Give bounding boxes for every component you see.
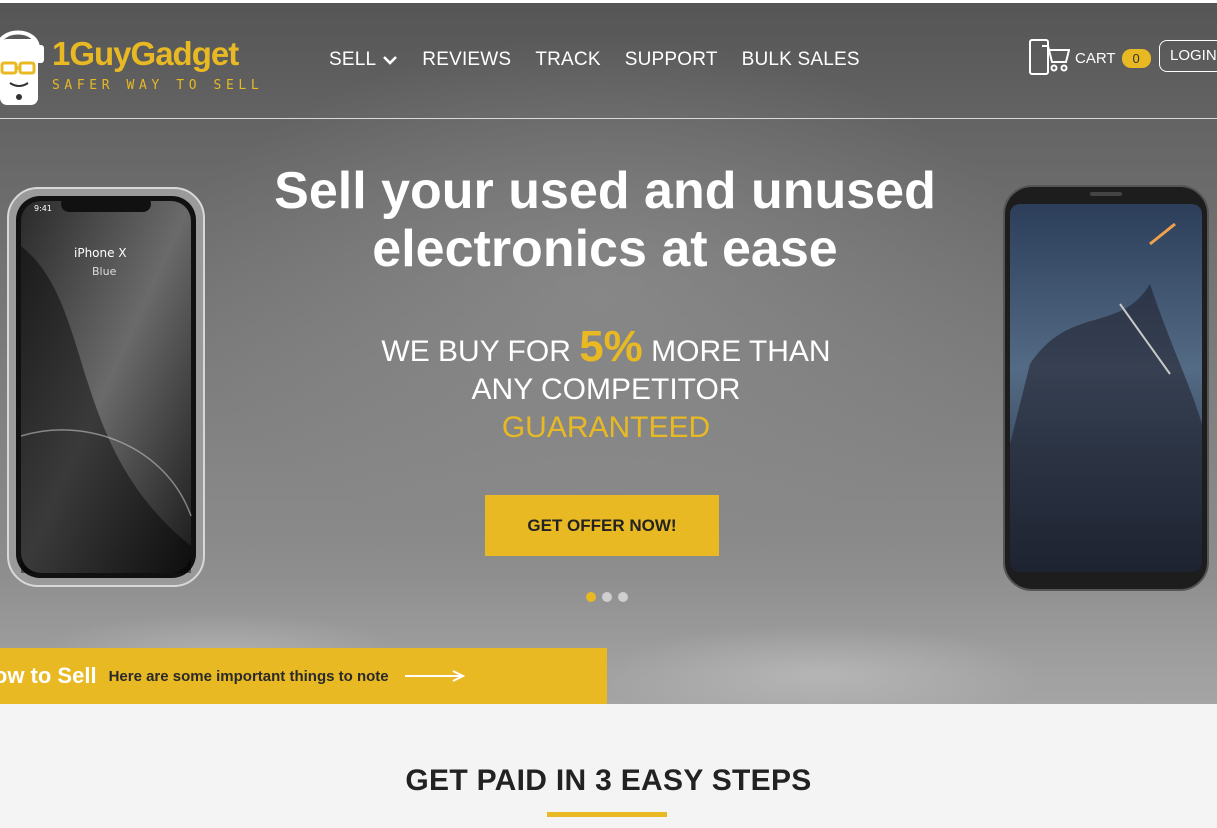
nav-item-bulk-sales[interactable]: BULK SALES bbox=[742, 49, 860, 71]
offer-suffix: MORE THAN bbox=[651, 335, 831, 368]
android-phone-image bbox=[1003, 185, 1209, 591]
brand-name: 1GuyGadget bbox=[52, 35, 239, 72]
carousel-dot-2[interactable] bbox=[602, 592, 612, 602]
cart-icon bbox=[1029, 39, 1070, 75]
nav-item-support[interactable]: SUPPORT bbox=[625, 49, 718, 71]
carousel-dot-1[interactable] bbox=[586, 592, 596, 602]
how-to-sell-title: How to Sell bbox=[0, 663, 97, 688]
how-to-sell-banner[interactable]: How to Sell Here are some important thin… bbox=[0, 648, 607, 704]
nav-item-label: TRACK bbox=[535, 49, 601, 70]
nav-item-label: REVIEWS bbox=[422, 49, 512, 70]
carousel-dot-3[interactable] bbox=[618, 592, 628, 602]
hero-title: Sell your used and unused electronics at… bbox=[200, 162, 1010, 278]
nav-item-label: SUPPORT bbox=[624, 49, 718, 70]
steps-title-underline bbox=[547, 812, 667, 817]
offer-guaranteed: GUARANTEED bbox=[501, 411, 711, 444]
nav-item-label: SELL bbox=[329, 49, 377, 70]
main-nav: SELL REVIEWS TRACK SUPPORT BULK SALES bbox=[329, 49, 884, 71]
cart-label: CART bbox=[1075, 49, 1116, 67]
login-button[interactable]: LOGIN bbox=[1159, 40, 1217, 72]
logo-guy-icon bbox=[0, 30, 44, 105]
brand-tagline: SAFER WAY TO SELL bbox=[52, 78, 264, 93]
iphone-image: 9:41 iPhone X Blue bbox=[7, 187, 205, 587]
offer-line-2: ANY COMPETITOR bbox=[471, 373, 741, 406]
how-to-sell-subtitle: Here are some important things to note bbox=[108, 667, 389, 685]
brand-logo[interactable]: 1GuyGadget SAFER WAY TO SELL bbox=[0, 17, 270, 109]
site-header: 1GuyGadget SAFER WAY TO SELL SELL REVIEW… bbox=[0, 3, 1217, 119]
offer-percent: 5% bbox=[579, 322, 643, 371]
hero-banner: 1GuyGadget SAFER WAY TO SELL SELL REVIEW… bbox=[0, 0, 1217, 704]
steps-section-title: GET PAID IN 3 EASY STEPS bbox=[405, 764, 812, 797]
cart-button[interactable]: CART 0 bbox=[1028, 36, 1151, 80]
hero-title-line-2: electronics at ease bbox=[372, 220, 838, 278]
phone-model: iPhone X bbox=[74, 246, 127, 260]
arrow-right-icon bbox=[404, 670, 465, 682]
hero-title-line-1: Sell your used and unused bbox=[274, 162, 936, 220]
carousel-dots bbox=[586, 592, 634, 602]
offer-text: WE BUY FOR 5% MORE THAN ANY COMPETITOR G… bbox=[300, 325, 912, 447]
phone-time: 9:41 bbox=[34, 204, 52, 213]
nav-item-label: BULK SALES bbox=[741, 49, 860, 70]
get-offer-button[interactable]: GET OFFER NOW! bbox=[485, 495, 719, 556]
offer-prefix: WE BUY FOR bbox=[381, 335, 571, 368]
chevron-down-icon bbox=[383, 56, 398, 65]
cart-count-badge: 0 bbox=[1121, 48, 1151, 68]
nav-item-track[interactable]: TRACK bbox=[535, 49, 600, 71]
nav-item-reviews[interactable]: REVIEWS bbox=[422, 49, 511, 71]
phone-color: Blue bbox=[92, 265, 117, 278]
nav-item-sell[interactable]: SELL bbox=[329, 49, 398, 71]
